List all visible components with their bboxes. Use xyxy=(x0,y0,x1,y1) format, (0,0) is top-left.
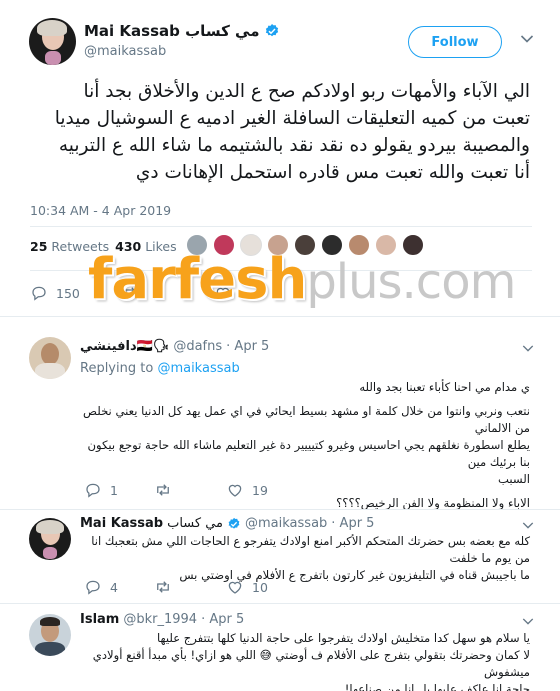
reply-text-line: كله مع بعضه بس حضرتك المتحكم الأكبر امنع… xyxy=(91,534,530,565)
author-name[interactable]: Mai Kassab مي كساب xyxy=(84,22,280,40)
verified-badge-icon xyxy=(265,24,278,37)
engagement-stats: 25 Retweets 430 Likes xyxy=(30,239,177,254)
like-count: 10 xyxy=(252,579,268,595)
like-icon xyxy=(228,581,242,594)
replying-to-mention[interactable]: @maikassab xyxy=(157,361,239,376)
author-name-text[interactable]: Mai Kassab مي كساب xyxy=(84,22,260,40)
reply-text: يا سلام هو سهل كدا متخليش اولادك يتفرجوا… xyxy=(80,630,530,691)
reply-author-name[interactable]: Mai Kassab xyxy=(80,516,163,531)
reply-text-line: لا كمان وحضرتك بتقولي بتفرج على الأفلام … xyxy=(92,648,530,679)
reply-actions: 1 19 xyxy=(80,481,320,501)
author-handle[interactable]: @maikassab xyxy=(84,44,166,59)
tweet-text-line: أنا تعبت والله تعبت مس قادره استحمل الإه… xyxy=(135,162,530,183)
like-icon xyxy=(228,484,242,497)
replying-to: Replying to @maikassab xyxy=(80,361,240,376)
reply-count: 150 xyxy=(56,285,80,301)
reply-author-name[interactable]: Islam xyxy=(80,612,119,627)
liker-avatar[interactable] xyxy=(375,234,397,256)
reply-text: كله مع بعضه بس حضرتك المتحكم الأكبر امنع… xyxy=(80,533,530,584)
reply-text-line: يطلع اسطورة نغلقهم يجي احاسيس وغيرو كتيي… xyxy=(87,438,531,469)
retweets-count: 25 xyxy=(30,239,48,254)
reply-action[interactable]: 4 xyxy=(84,578,118,596)
likes-count: 430 xyxy=(115,239,142,254)
retweet-icon xyxy=(157,484,169,496)
liker-avatar[interactable] xyxy=(213,234,235,256)
retweet-icon xyxy=(157,581,169,593)
chevron-down-icon[interactable] xyxy=(522,521,534,530)
liker-avatar[interactable] xyxy=(402,234,424,256)
liker-avatar[interactable] xyxy=(240,234,262,256)
author-avatar[interactable] xyxy=(29,18,76,65)
reply-author-name[interactable]: دافينشي🇪🇬🗣 xyxy=(80,339,169,354)
reply-icon xyxy=(86,580,100,595)
tweet-actions: 150 xyxy=(30,284,280,306)
tweet-text-line: تعبت من كميه التعليقات السافلة الغير ادم… xyxy=(54,108,530,129)
likes-label: Likes xyxy=(145,239,177,254)
reply-count: 4 xyxy=(110,579,118,595)
reply-avatar[interactable] xyxy=(29,337,71,379)
like-action[interactable]: 19 xyxy=(226,481,268,499)
main-tweet: Mai Kassab مي كساب @maikassab Follow الي… xyxy=(0,0,560,281)
reply-actions: 4 10 xyxy=(80,578,320,598)
retweets-label: Retweets xyxy=(51,239,110,254)
reply-icon xyxy=(32,286,46,301)
reply-icon xyxy=(86,483,100,498)
chevron-down-icon[interactable] xyxy=(522,617,534,626)
retweet-action[interactable] xyxy=(154,481,180,499)
liker-avatar[interactable] xyxy=(321,234,343,256)
likes-stat[interactable]: 430 Likes xyxy=(115,239,177,254)
like-action[interactable]: 10 xyxy=(226,578,268,596)
tweet-text: الي الآباء والأمهات ربو اولادكم صح ع الد… xyxy=(30,78,530,186)
reply-author-handle[interactable]: @bkr_1994 xyxy=(123,612,197,627)
tweet-timestamp[interactable]: 10:34 AM - 4 Apr 2019 xyxy=(30,203,171,218)
like-count: 19 xyxy=(252,482,268,498)
reply-action[interactable]: 150 xyxy=(30,284,80,302)
reply-date[interactable]: · Apr 5 xyxy=(201,612,244,627)
reply-header: Mai Kassab مي كساب @maikassab · Apr 5 xyxy=(80,516,374,531)
liker-avatar[interactable] xyxy=(267,234,289,256)
reply-date[interactable]: · Apr 5 xyxy=(331,516,374,531)
liker-avatar[interactable] xyxy=(186,234,208,256)
reply-count: 1 xyxy=(110,482,118,498)
reply-author-handle[interactable]: @dafns xyxy=(173,339,222,354)
verified-badge-icon xyxy=(228,517,240,529)
retweet-icon xyxy=(125,287,137,299)
retweet-action[interactable] xyxy=(122,284,148,302)
liker-avatar[interactable] xyxy=(348,234,370,256)
reply-date[interactable]: · Apr 5 xyxy=(226,339,269,354)
retweets-stat[interactable]: 25 Retweets xyxy=(30,239,109,254)
like-action[interactable] xyxy=(214,284,240,302)
chevron-down-icon[interactable] xyxy=(520,34,534,44)
chevron-down-icon[interactable] xyxy=(522,344,534,353)
like-icon xyxy=(216,287,230,300)
reply-text-line: ي مدام مي احنا كأباء تعبنا بجد والله xyxy=(359,380,530,394)
reply-avatar[interactable] xyxy=(29,518,71,560)
liker-avatar[interactable] xyxy=(294,234,316,256)
reply-text-line: حاجة انا عاكف عليها بل انا من صناعها! xyxy=(344,682,530,691)
reply-author-handle[interactable]: @maikassab xyxy=(245,516,327,531)
retweet-action[interactable] xyxy=(154,578,180,596)
divider xyxy=(30,226,532,227)
reply-tweet[interactable]: Mai Kassab مي كساب @maikassab · Apr 5 كل… xyxy=(0,510,560,604)
tweet-text-line: والمصيبة بيردو يقولو ده نقد نقد بالشتيمه… xyxy=(58,135,530,156)
reply-tweet[interactable]: دافينشي🇪🇬🗣 @dafns · Apr 5 Replying to @m… xyxy=(0,317,560,510)
reply-text-line: نتعب ونربي وانتوا من خلال كلمة او مشهد ب… xyxy=(83,404,530,435)
divider xyxy=(30,270,532,271)
follow-button[interactable]: Follow xyxy=(408,26,502,58)
reply-tweet[interactable]: Islam @bkr_1994 · Apr 5 يا سلام هو سهل ك… xyxy=(0,604,560,691)
reply-action[interactable]: 1 xyxy=(84,481,118,499)
tweet-text-line: الي الآباء والأمهات ربو اولادكم صح ع الد… xyxy=(83,81,530,102)
reply-author-name-arabic[interactable]: مي كساب xyxy=(167,516,223,531)
reply-avatar[interactable] xyxy=(29,614,71,656)
reply-header: دافينشي🇪🇬🗣 @dafns · Apr 5 xyxy=(80,339,269,354)
replying-to-prefix: Replying to xyxy=(80,361,154,376)
reply-text-line: يا سلام هو سهل كدا متخليش اولادك يتفرجوا… xyxy=(156,631,530,645)
reply-header: Islam @bkr_1994 · Apr 5 xyxy=(80,612,244,627)
